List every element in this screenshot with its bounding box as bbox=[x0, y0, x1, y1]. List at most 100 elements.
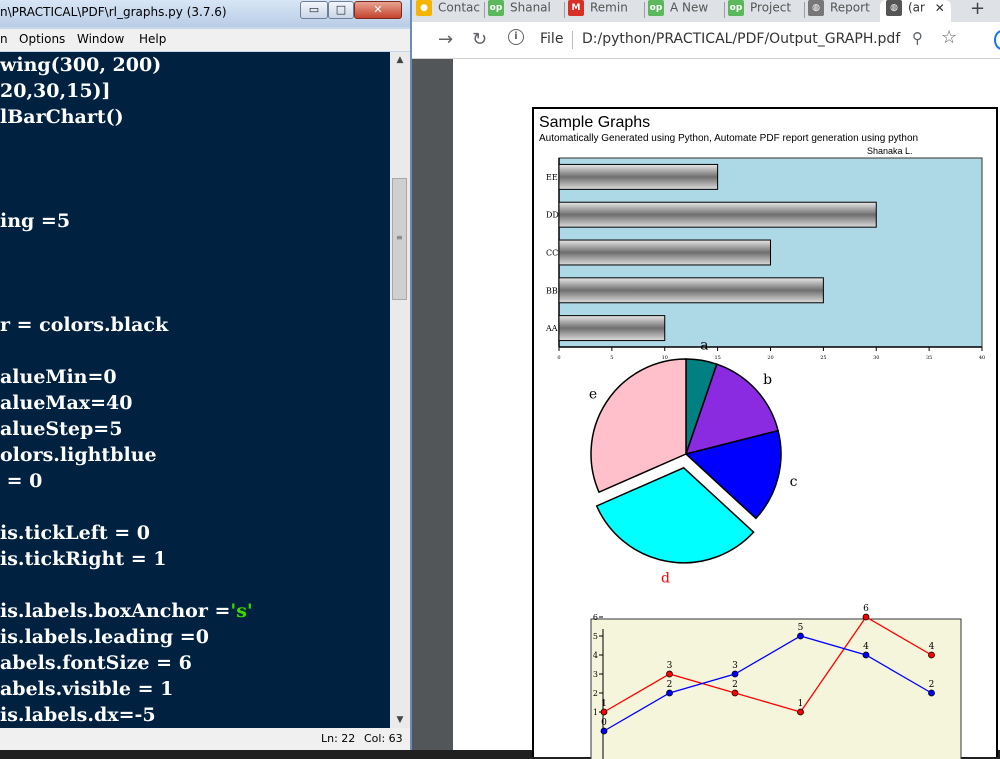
op-tab-icon: op bbox=[488, 0, 504, 16]
report-frame: Sample Graphs Automatically Generated us… bbox=[532, 107, 998, 759]
status-line: Ln: 22 bbox=[321, 732, 356, 745]
line-data-label: 3 bbox=[732, 661, 738, 671]
bar-category-label: DD bbox=[546, 211, 559, 220]
code-line: is.tickRight = 1 bbox=[0, 548, 167, 570]
line-data-label: 4 bbox=[929, 642, 935, 652]
line-point bbox=[600, 727, 608, 735]
url-text[interactable]: D:/python/PRACTICAL/PDF/Output_GRAPH.pdf bbox=[582, 31, 900, 47]
menu-run[interactable]: n bbox=[0, 32, 8, 46]
reload-icon[interactable]: ↻ bbox=[472, 29, 487, 50]
omnibox-divider bbox=[572, 31, 573, 49]
code-line: wing(300, 200) bbox=[0, 54, 162, 76]
scrollbar-thumb[interactable]: ≡ bbox=[392, 178, 407, 300]
line-y-tick-label: 3 bbox=[593, 670, 598, 679]
minimize-button[interactable]: ▭ bbox=[300, 1, 328, 19]
code-line: is.labels.boxAnchor ='s' bbox=[0, 600, 253, 622]
line-point bbox=[731, 689, 739, 697]
zoom-icon[interactable]: ⚲ bbox=[912, 29, 923, 47]
bar-dd bbox=[558, 201, 877, 228]
tab-shanaka[interactable]: op Shanal bbox=[484, 0, 551, 20]
globe-tab-icon: ◍ bbox=[808, 0, 824, 16]
info-icon[interactable]: i bbox=[508, 29, 524, 45]
new-tab-button[interactable]: + bbox=[970, 0, 985, 19]
line-point bbox=[600, 708, 608, 716]
idle-title-bar[interactable]: n\PRACTICAL\PDF\rl_graphs.py (3.7.6) ▭ □… bbox=[0, 0, 410, 27]
line-point bbox=[797, 632, 804, 640]
charts-canvas: AABBCCDDEE0 5 10 15 20 25 30 35 40abcde123456132… bbox=[545, 157, 985, 759]
tab-contacts[interactable]: ● Contac bbox=[416, 0, 480, 20]
line-point bbox=[797, 708, 804, 716]
forward-arrow-icon[interactable]: → bbox=[438, 29, 453, 50]
tab-close-icon[interactable]: ✕ bbox=[935, 1, 945, 15]
tab-a-new[interactable]: op A New bbox=[644, 0, 708, 20]
line-point bbox=[731, 670, 739, 678]
bar-x-tick-label: 20 bbox=[767, 355, 773, 361]
editor-scrollbar[interactable]: ▲ ≡ ▼ bbox=[390, 52, 410, 728]
code-line: abels.visible = 1 bbox=[0, 678, 174, 700]
pie-slice-e bbox=[590, 358, 687, 494]
tab-project[interactable]: op Project bbox=[724, 0, 791, 20]
line-y-tick-label: 1 bbox=[593, 708, 598, 717]
op-tab-icon: op bbox=[728, 0, 744, 16]
pie-label-b: b bbox=[763, 372, 772, 388]
bar-ee bbox=[558, 163, 719, 190]
scroll-up-icon[interactable]: ▲ bbox=[392, 52, 408, 68]
bar-bb bbox=[558, 277, 824, 304]
menu-options[interactable]: Options bbox=[19, 32, 65, 46]
line-point bbox=[862, 651, 870, 659]
code-line: alueMax=40 bbox=[0, 392, 133, 414]
pie-label-c: c bbox=[790, 474, 798, 490]
code-string-token: 's' bbox=[230, 600, 253, 622]
pdf-viewer[interactable]: Sample Graphs Automatically Generated us… bbox=[412, 59, 1000, 759]
line-data-label: 4 bbox=[863, 642, 869, 652]
bar-cc bbox=[558, 239, 771, 266]
browser-toolbar: → ↻ i File D:/python/PRACTICAL/PDF/Outpu… bbox=[412, 22, 1000, 59]
code-line: olors.lightblue bbox=[0, 444, 157, 466]
line-point bbox=[928, 651, 935, 659]
idle-menu-bar: n Options Window Help bbox=[0, 29, 410, 51]
scroll-down-icon[interactable]: ▼ bbox=[392, 712, 408, 728]
bar-category-label: EE bbox=[546, 173, 558, 182]
address-bar[interactable]: i File D:/python/PRACTICAL/PDF/Output_GR… bbox=[504, 25, 964, 53]
close-button[interactable]: ✕ bbox=[354, 1, 402, 19]
line-data-label: 2 bbox=[732, 680, 738, 690]
menu-window[interactable]: Window bbox=[77, 32, 124, 46]
line-data-label: 1 bbox=[798, 699, 804, 709]
code-line: = 0 bbox=[0, 470, 43, 492]
line-point bbox=[666, 689, 673, 697]
line-y-tick-label: 5 bbox=[593, 632, 598, 641]
code-line: is.labels.leading =0 bbox=[0, 626, 209, 648]
line-point bbox=[928, 689, 935, 697]
tab-active-pdf[interactable]: ◍ (ar ✕ bbox=[880, 0, 951, 22]
maximize-button[interactable]: □ bbox=[328, 1, 354, 19]
status-column: Col: 63 bbox=[364, 732, 403, 745]
code-editor[interactable]: wing(300, 200) 20,30,15)] lBarChart() ing =… bbox=[0, 52, 390, 728]
line-data-label: 3 bbox=[667, 661, 673, 671]
line-data-label: 2 bbox=[667, 680, 673, 690]
line-data-label: 5 bbox=[798, 623, 804, 633]
line-data-label: 6 bbox=[863, 604, 869, 614]
bar-x-tick-label: 5 bbox=[610, 355, 613, 361]
bar-category-label: AA bbox=[545, 324, 558, 333]
pie-label-e: e bbox=[589, 386, 597, 402]
bar-x-tick-label: 35 bbox=[926, 355, 932, 361]
menu-help[interactable]: Help bbox=[139, 32, 166, 46]
bar-x-tick-label: 40 bbox=[979, 355, 985, 361]
idle-window-title: n\PRACTICAL\PDF\rl_graphs.py (3.7.6) bbox=[0, 5, 227, 19]
code-line: abels.fontSize = 6 bbox=[0, 652, 192, 674]
code-line: is.tickLeft = 0 bbox=[0, 522, 151, 544]
line-y-tick-label: 2 bbox=[593, 689, 598, 698]
contacts-tab-icon: ● bbox=[416, 0, 432, 16]
profile-icon[interactable] bbox=[994, 30, 1000, 50]
line-point bbox=[862, 613, 870, 621]
tab-reminder[interactable]: M Remin bbox=[564, 0, 628, 20]
op-tab-icon: op bbox=[648, 0, 664, 16]
tab-report[interactable]: ◍ Report bbox=[804, 0, 870, 20]
bar-x-tick-label: 10 bbox=[662, 355, 668, 361]
line-data-label: 0 bbox=[601, 718, 607, 728]
pie-label-d: d bbox=[661, 570, 670, 586]
bookmark-star-icon[interactable]: ☆ bbox=[941, 27, 957, 48]
line-point bbox=[666, 670, 673, 678]
line-y-tick-label: 6 bbox=[593, 613, 598, 622]
bar-x-tick-label: 0 bbox=[557, 355, 560, 361]
